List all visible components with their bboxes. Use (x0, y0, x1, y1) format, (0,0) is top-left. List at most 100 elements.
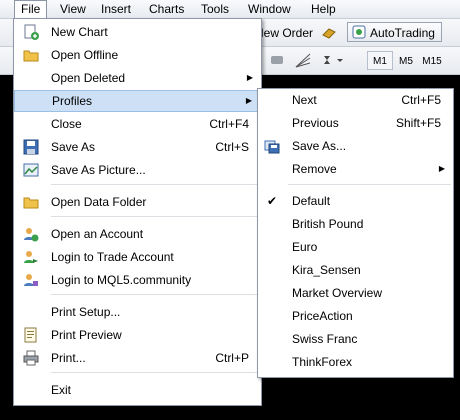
open-deleted-label: Open Deleted (51, 71, 126, 85)
previous-label: Previous (292, 116, 339, 130)
print-setup-label: Print Setup... (51, 305, 121, 319)
rectangle-tool[interactable] (268, 50, 286, 70)
menu-item-open-deleted[interactable]: Open Deleted ▶ (14, 67, 261, 89)
profile-label: Swiss Franc (292, 332, 358, 346)
close-shortcut: Ctrl+F4 (209, 117, 249, 131)
menu-item-print-setup[interactable]: Print Setup... (14, 301, 261, 323)
menu-separator (51, 216, 259, 217)
arrows-tool[interactable] (318, 50, 348, 70)
menu-separator (51, 372, 259, 373)
menu-charts[interactable]: Charts (143, 0, 190, 18)
print-preview-label: Print Preview (51, 328, 122, 342)
menu-item-print[interactable]: Print... Ctrl+P (14, 347, 261, 369)
save-profile-icon (264, 140, 280, 154)
new-chart-icon (24, 24, 39, 40)
open-account-label: Open an Account (51, 227, 144, 241)
close-label: Close (51, 117, 82, 131)
arrows-dropdown-icon (324, 56, 343, 64)
open-data-folder-label: Open Data Folder (51, 195, 147, 209)
submenu-arrow-icon: ▶ (438, 164, 445, 173)
menu-item-close[interactable]: Close Ctrl+F4 (14, 113, 261, 135)
login-mql5-label: Login to MQL5.community (51, 273, 192, 287)
autotrading-icon (352, 25, 366, 39)
previous-shortcut: Shift+F5 (395, 116, 441, 130)
profile-label: PriceAction (292, 309, 353, 323)
exit-label: Exit (51, 383, 72, 397)
save-as-shortcut: Ctrl+S (215, 140, 249, 154)
user-login-icon (24, 251, 38, 263)
menu-item-next[interactable]: Next Ctrl+F5 (258, 89, 453, 111)
next-label: Next (292, 93, 317, 107)
login-trade-label: Login to Trade Account (51, 250, 174, 264)
user-community-icon (24, 274, 38, 286)
menu-item-open-offline[interactable]: Open Offline (14, 44, 261, 66)
menu-tools[interactable]: Tools (195, 0, 235, 18)
menu-window[interactable]: Window (242, 0, 297, 18)
profile-item-thinkforex[interactable]: ThinkForex (258, 351, 453, 373)
menu-item-exit[interactable]: Exit (14, 379, 261, 401)
menu-item-print-preview[interactable]: Print Preview (14, 324, 261, 346)
timeframe-m5[interactable]: M5 (393, 51, 419, 70)
profile-item-euro[interactable]: Euro (258, 236, 453, 258)
menu-file[interactable]: File (14, 0, 48, 19)
menu-item-open-data-folder[interactable]: Open Data Folder (14, 191, 261, 213)
profiles-submenu: Next Ctrl+F5 Previous Shift+F5 Save As..… (257, 88, 454, 378)
menu-item-open-account[interactable]: Open an Account (14, 223, 261, 245)
next-shortcut: Ctrl+F5 (401, 93, 441, 107)
save-as-picture-label: Save As Picture... (51, 163, 146, 177)
open-offline-label: Open Offline (51, 48, 119, 62)
menu-item-login-trade[interactable]: Login to Trade Account (14, 246, 261, 268)
menu-help[interactable]: Help (305, 0, 342, 18)
user-add-icon (24, 228, 39, 242)
profile-item-kira-sensen[interactable]: Kira_Sensen (258, 259, 453, 281)
profiles-label: Profiles (52, 94, 93, 108)
autotrading-button[interactable]: AutoTrading (347, 22, 442, 42)
profile-item-default[interactable]: ✔ Default (258, 190, 453, 212)
folder-icon (23, 197, 39, 209)
profile-item-priceaction[interactable]: PriceAction (258, 305, 453, 327)
profile-item-british-pound[interactable]: British Pound (258, 213, 453, 235)
menu-item-remove[interactable]: Remove ▶ (258, 158, 453, 180)
timeframe-m15[interactable]: M15 (419, 51, 445, 70)
menu-separator (51, 294, 259, 295)
checkmark-icon: ✔ (267, 194, 278, 208)
profile-save-as-label: Save As... (292, 139, 347, 153)
save-as-label: Save As (51, 140, 96, 154)
menu-item-previous[interactable]: Previous Shift+F5 (258, 112, 453, 134)
menu-separator (51, 184, 259, 185)
menu-item-profile-save-as[interactable]: Save As... (258, 135, 453, 157)
picture-icon (23, 163, 39, 177)
fan-tool[interactable] (292, 50, 314, 70)
profile-item-swiss-franc[interactable]: Swiss Franc (258, 328, 453, 350)
menu-item-new-chart[interactable]: New Chart (14, 21, 261, 43)
menu-insert[interactable]: Insert (95, 0, 137, 18)
menu-separator (288, 184, 451, 185)
timeframe-m1[interactable]: M1 (367, 51, 393, 70)
menu-item-login-mql5[interactable]: Login to MQL5.community (14, 269, 261, 291)
gold-bars-icon (322, 28, 336, 39)
menubar: File View Insert Charts Tools Window Hel… (0, 0, 460, 19)
submenu-arrow-icon: ▶ (246, 73, 253, 82)
menu-item-save-as-picture[interactable]: Save As Picture... (14, 159, 261, 181)
profile-label: ThinkForex (292, 355, 353, 369)
remove-label: Remove (292, 162, 337, 176)
new-order-label: New Order (255, 26, 314, 40)
profile-label: Euro (292, 240, 318, 254)
order-icon-button[interactable] (318, 22, 340, 42)
profile-label: Market Overview (292, 286, 383, 300)
print-preview-icon (24, 327, 37, 343)
menu-view[interactable]: View (54, 0, 92, 18)
profile-label: Default (292, 194, 331, 208)
printer-icon (23, 350, 39, 366)
profile-item-market-overview[interactable]: Market Overview (258, 282, 453, 304)
save-icon (23, 139, 39, 155)
profile-label: Kira_Sensen (292, 263, 361, 277)
rectangle-icon (271, 56, 283, 64)
menu-item-profiles[interactable]: Profiles ▶ (14, 90, 261, 112)
menu-item-save-as[interactable]: Save As Ctrl+S (14, 136, 261, 158)
print-shortcut: Ctrl+P (215, 351, 249, 365)
new-chart-label: New Chart (51, 25, 108, 39)
fan-lines-icon (295, 53, 311, 68)
print-label: Print... (51, 351, 86, 365)
folder-icon (23, 50, 39, 62)
